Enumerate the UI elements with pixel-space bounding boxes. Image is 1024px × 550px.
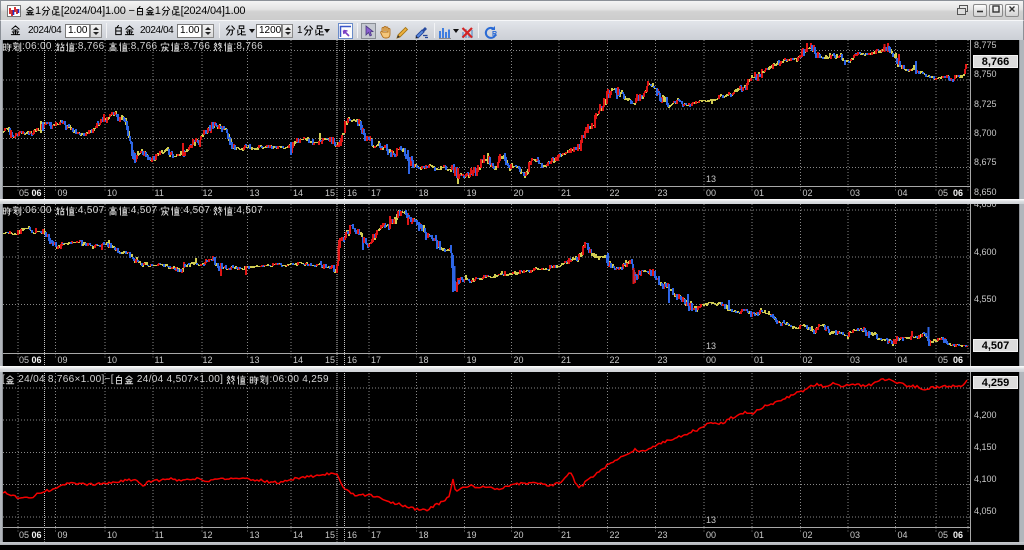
svg-text:R: R bbox=[492, 31, 497, 38]
